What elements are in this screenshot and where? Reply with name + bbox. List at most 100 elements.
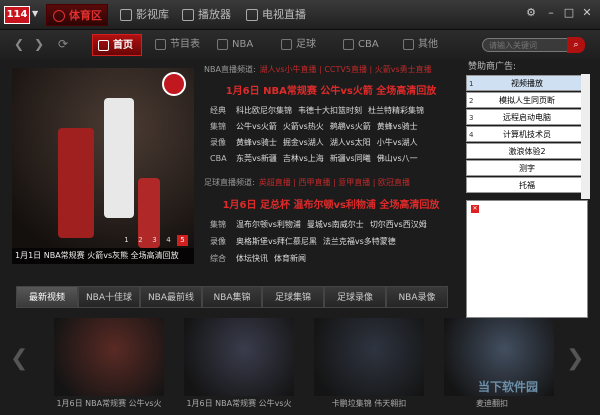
thumbnail-caption[interactable]: 1月6日 NBA常规赛 公牛vs火 — [177, 398, 301, 409]
video-link[interactable]: 黄蜂vs骑士 — [377, 122, 418, 131]
category-tab[interactable]: 最新视频 — [16, 286, 78, 308]
video-link[interactable]: 温布尔顿vs利物浦 — [236, 220, 301, 229]
video-link[interactable]: 火箭vs热火 — [283, 122, 324, 131]
video-link[interactable]: 吉林vs上海 — [283, 154, 324, 163]
video-link[interactable]: 奥格斯堡vs拜仁慕尼黑 — [236, 237, 317, 246]
video-link[interactable]: 切尔西vs西汉姆 — [370, 220, 427, 229]
schedule-icon — [155, 39, 166, 50]
category-tab[interactable]: NBA最前线 — [140, 286, 202, 308]
sponsor-panel: 赞助商广告: 1 视频播放 2 模拟人生同页断 3 远程启动电脑 4 计算机技术员 激浪… — [464, 60, 590, 318]
tv-icon — [246, 9, 258, 21]
video-link[interactable]: 杜兰特精彩集锦 — [368, 106, 424, 115]
menu-dropdown-icon[interactable]: ▼ — [32, 9, 38, 18]
forward-arrow-icon[interactable]: ❯ — [34, 37, 44, 51]
video-link[interactable]: 法兰克福vs多特蒙德 — [323, 237, 396, 246]
sponsor-scrollbar[interactable] — [581, 74, 590, 199]
broken-image-icon: ✕ — [471, 205, 479, 213]
nba-icon — [217, 39, 228, 50]
video-link[interactable]: 体育新闻 — [274, 254, 306, 263]
nav-tab-soccer[interactable]: 足球 — [276, 34, 326, 56]
video-link[interactable]: 掘金vs湖人 — [283, 138, 324, 147]
top-tab-sports[interactable]: 体育区 — [46, 4, 108, 26]
search-input[interactable] — [482, 38, 568, 52]
sponsor-item[interactable]: 激浪体验2 — [466, 143, 588, 159]
search-button[interactable]: ⌕ — [567, 37, 585, 53]
category-tab[interactable]: NBA集锦 — [202, 286, 262, 308]
prev-arrow-icon[interactable]: ❮ — [10, 346, 28, 371]
soccer-channel-header: 足球直播频道: 英超直播 | 西甲直播 | 意甲直播 | 欧冠直播 — [204, 178, 411, 187]
video-link[interactable]: 东莞vs新疆 — [236, 154, 277, 163]
nav-tab-schedule[interactable]: 节目表 — [150, 34, 206, 56]
category-tab[interactable]: 足球录像 — [324, 286, 386, 308]
soccer-row-highlights: 集锦 温布尔顿vs利物浦 曼城vs南威尔士 切尔西vs西汉姆 — [210, 220, 427, 229]
video-link[interactable]: 新疆vs同曦 — [330, 154, 371, 163]
nav-tab-cba[interactable]: CBA — [338, 34, 390, 56]
soccer-row-replays: 录像 奥格斯堡vs拜仁慕尼黑 法兰克福vs多特蒙德 — [210, 237, 396, 246]
team-logo — [162, 72, 186, 96]
video-link[interactable]: 公牛vs火箭 — [236, 122, 277, 131]
video-thumbnail[interactable] — [314, 318, 424, 396]
player-icon — [182, 9, 194, 21]
pager-dot[interactable]: 3 — [149, 235, 160, 246]
next-arrow-icon[interactable]: ❯ — [566, 346, 584, 371]
watermark-logo: 当下软件园 — [478, 380, 539, 394]
thumbnail-caption[interactable]: 卡鹏垃集锦 伟天翱扣 — [307, 398, 431, 409]
maximize-button[interactable]: □ — [562, 6, 576, 20]
video-link[interactable]: 黄蜂vs骑士 — [236, 138, 277, 147]
app-window: 114 ▼ 体育区 影视库 播放器 电视直播 ⚙ – □ ✕ ❮ ❯ ⟳ 首页 … — [0, 0, 600, 415]
nav-tab-home[interactable]: 首页 — [92, 34, 142, 56]
search-icon: ⌕ — [573, 40, 579, 50]
feature-pager: 12345 — [118, 235, 188, 246]
soccer-row-general: 综合 体坛快讯 体育新闻 — [210, 254, 306, 263]
feature-caption[interactable]: 1月1日 NBA常规赛 火箭vs灰熊 全场高清回放 — [12, 248, 194, 264]
sponsor-ad-box[interactable]: ✕ — [466, 200, 588, 318]
sponsor-item[interactable]: 4 计算机技术员 — [466, 126, 588, 142]
soccer-channel-links[interactable]: 英超直播 | 西甲直播 | 意甲直播 | 欧冠直播 — [259, 178, 410, 187]
sponsor-item[interactable]: 测字 — [466, 160, 588, 176]
settings-gear-icon[interactable]: ⚙ — [524, 6, 538, 20]
nba-headline[interactable]: 1月6日 NBA常规赛 公牛vs火箭 全场高清回放 — [204, 82, 458, 97]
pager-dot[interactable]: 2 — [135, 235, 146, 246]
sports-icon — [53, 10, 65, 22]
sponsor-item[interactable]: 2 模拟人生同页断 — [466, 92, 588, 108]
soccer-headline[interactable]: 1月6日 足总杯 温布尔顿vs利物浦 全场高清回放 — [204, 196, 458, 211]
category-tab[interactable]: NBA十佳球 — [78, 286, 140, 308]
top-tab-movies[interactable]: 影视库 — [114, 4, 176, 26]
category-tab[interactable]: 足球集锦 — [262, 286, 324, 308]
featured-video[interactable]: 12345 1月1日 NBA常规赛 火箭vs灰熊 全场高清回放 — [12, 68, 194, 264]
top-tab-tv-live[interactable]: 电视直播 — [240, 4, 320, 26]
thumbnail-caption[interactable]: 1月6日 NBA常规赛 公牛vs火 — [47, 398, 171, 409]
video-link[interactable]: 湖人vs太阳 — [330, 138, 371, 147]
close-button[interactable]: ✕ — [580, 6, 594, 20]
video-link[interactable]: 体坛快讯 — [236, 254, 268, 263]
nba-channel-links[interactable]: 湖人vs小牛直播 | CCTV5直播 | 火箭vs勇士直播 — [260, 65, 432, 74]
pager-dot[interactable]: 4 — [163, 235, 174, 246]
sponsor-item[interactable]: 3 远程启动电脑 — [466, 109, 588, 125]
video-link[interactable]: 曼城vs南威尔士 — [307, 220, 364, 229]
nav-tab-nba[interactable]: NBA — [212, 34, 262, 56]
video-link[interactable]: 小牛vs湖人 — [377, 138, 418, 147]
refresh-icon[interactable]: ⟳ — [58, 37, 68, 51]
video-link[interactable]: 科比欧尼尔集锦 — [236, 106, 292, 115]
category-tab[interactable]: NBA录像 — [386, 286, 448, 308]
nba-row-replays: 录像 黄蜂vs骑士 掘金vs湖人 湖人vs太阳 小牛vs湖人 — [210, 138, 418, 147]
nba-row-cba: CBA 东莞vs新疆 吉林vs上海 新疆vs同曦 佛山vs八一 — [210, 154, 418, 163]
sponsor-item[interactable]: 1 视频播放 — [466, 75, 588, 91]
pager-dot[interactable]: 1 — [121, 235, 132, 246]
video-link[interactable]: 韦德十大扣篮时刻 — [298, 106, 362, 115]
minimize-button[interactable]: – — [544, 6, 558, 20]
nba-row-classic: 经典 科比欧尼尔集锦 韦德十大扣篮时刻 杜兰特精彩集锦 — [210, 106, 424, 115]
pager-dot-active[interactable]: 5 — [177, 235, 188, 246]
video-thumbnail[interactable] — [54, 318, 164, 396]
player-figure — [104, 98, 134, 218]
nav-tab-other[interactable]: 其他 — [398, 34, 448, 56]
video-thumbnail[interactable] — [184, 318, 294, 396]
top-tab-player[interactable]: 播放器 — [176, 4, 238, 26]
video-link[interactable]: 佛山vs八一 — [377, 154, 418, 163]
app-logo: 114 — [4, 6, 30, 24]
sponsor-item[interactable]: 托福 — [466, 177, 588, 193]
video-link[interactable]: 鹈鹕vs火箭 — [330, 122, 371, 131]
back-arrow-icon[interactable]: ❮ — [14, 37, 24, 51]
movie-icon — [120, 9, 132, 21]
home-icon — [98, 40, 109, 51]
